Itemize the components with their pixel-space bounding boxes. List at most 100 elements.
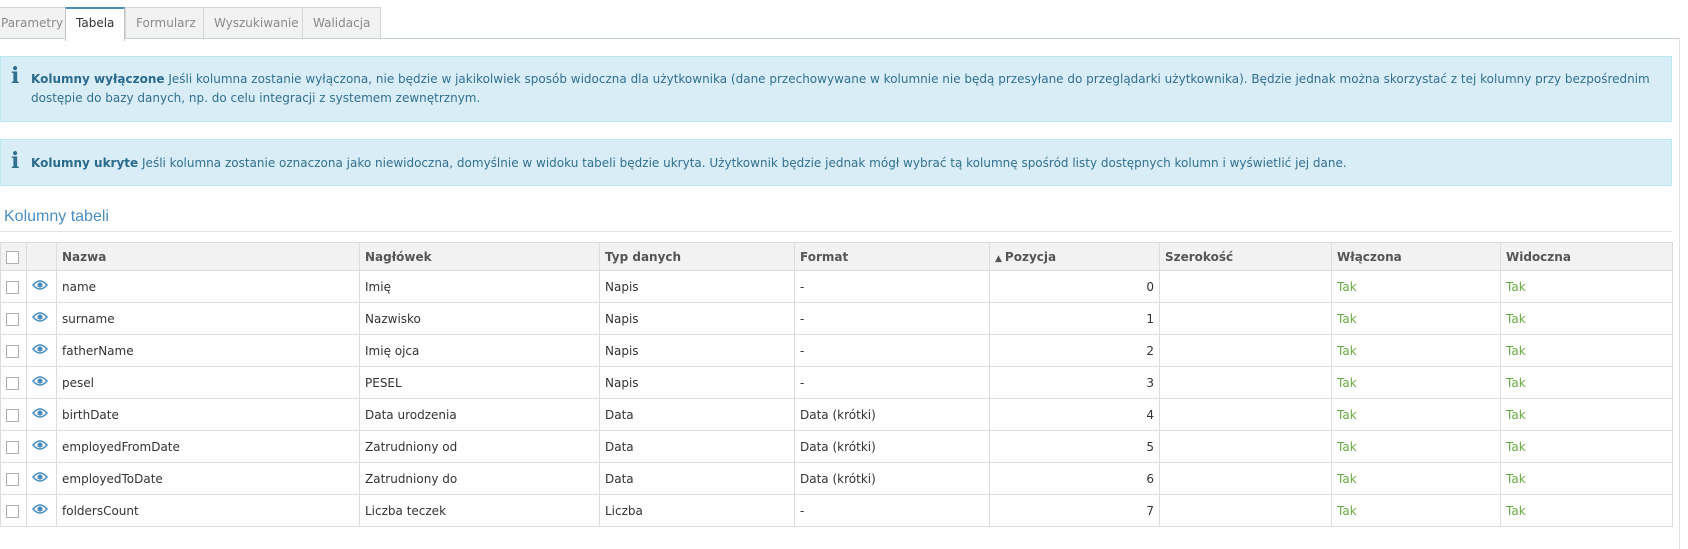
cell-widoczna[interactable]: Tak: [1500, 462, 1673, 495]
table-row[interactable]: employedToDate Zatrudniony do Data Data (kr…: [0, 462, 1673, 495]
row-action-cell[interactable]: [26, 430, 57, 463]
cell-typ-danych: Napis: [599, 334, 795, 367]
cell-widoczna[interactable]: Tak: [1500, 430, 1673, 463]
alert-text: Jeśli kolumna zostanie oznaczona jako ni…: [142, 156, 1347, 170]
row-action-cell[interactable]: [26, 494, 57, 527]
cell-szerokosc: [1159, 366, 1332, 399]
header-wlaczona[interactable]: Włączona: [1331, 242, 1501, 271]
cell-widoczna[interactable]: Tak: [1500, 334, 1673, 367]
sort-asc-icon: ▲: [995, 253, 1002, 264]
select-all-cell[interactable]: [0, 242, 27, 271]
cell-nazwa: foldersCount: [56, 494, 360, 527]
section-divider: [0, 231, 1672, 232]
alert-disabled-columns: i Kolumny wyłączone Jeśli kolumna zostan…: [0, 56, 1672, 122]
row-checkbox[interactable]: [6, 344, 19, 358]
cell-wlaczona[interactable]: Tak: [1331, 494, 1501, 527]
cell-format: -: [794, 494, 990, 527]
row-checkbox[interactable]: [6, 472, 19, 486]
eye-icon[interactable]: [32, 343, 48, 355]
cell-pozycja: 5: [989, 430, 1160, 463]
eye-icon[interactable]: [32, 439, 48, 451]
cell-wlaczona[interactable]: Tak: [1331, 366, 1501, 399]
header-szerokosc[interactable]: Szerokość: [1159, 242, 1332, 271]
row-select-cell[interactable]: [0, 462, 27, 495]
header-nazwa[interactable]: Nazwa: [56, 242, 360, 271]
row-action-cell[interactable]: [26, 366, 57, 399]
columns-table: Nazwa Nagłówek Typ danych Format ▲ Pozycj…: [0, 242, 1673, 527]
table-row[interactable]: foldersCount Liczba teczek Liczba -7 Tak Tak: [0, 494, 1673, 527]
select-all-checkbox[interactable]: [6, 250, 19, 264]
cell-widoczna[interactable]: Tak: [1500, 302, 1673, 335]
table-header-row: Nazwa Nagłówek Typ danych Format ▲ Pozycj…: [0, 242, 1673, 271]
cell-typ-danych: Data: [599, 398, 795, 431]
table-row[interactable]: name Imię Napis -0 Tak Tak: [0, 270, 1673, 303]
cell-pozycja: 1: [989, 302, 1160, 335]
cell-naglowek: Nazwisko: [359, 302, 600, 335]
table-row[interactable]: birthDate Data urodzenia Data Data (krótki)…: [0, 398, 1673, 431]
tab-divider: [0, 38, 1680, 39]
cell-nazwa: employedFromDate: [56, 430, 360, 463]
cell-pozycja: 3: [989, 366, 1160, 399]
row-select-cell[interactable]: [0, 334, 27, 367]
cell-szerokosc: [1159, 334, 1332, 367]
tab-walidacja[interactable]: Walidacja: [302, 7, 382, 39]
row-checkbox[interactable]: [6, 376, 19, 390]
cell-wlaczona[interactable]: Tak: [1331, 430, 1501, 463]
row-action-cell[interactable]: [26, 462, 57, 495]
alert-title: Kolumny ukryte: [31, 156, 139, 170]
header-typ-danych[interactable]: Typ danych: [599, 242, 795, 271]
section-title: Kolumny tabeli: [4, 208, 109, 225]
cell-widoczna[interactable]: Tak: [1500, 398, 1673, 431]
eye-icon[interactable]: [32, 503, 48, 515]
row-select-cell[interactable]: [0, 494, 27, 527]
cell-wlaczona[interactable]: Tak: [1331, 302, 1501, 335]
tab-parametry[interactable]: Parametry: [0, 7, 75, 39]
row-select-cell[interactable]: [0, 302, 27, 335]
row-select-cell[interactable]: [0, 366, 27, 399]
eye-icon[interactable]: [32, 279, 48, 291]
tab-wyszukiwanie[interactable]: Wyszukiwanie: [203, 7, 310, 39]
cell-format: -: [794, 302, 990, 335]
eye-icon[interactable]: [32, 471, 48, 483]
row-action-cell[interactable]: [26, 302, 57, 335]
row-checkbox[interactable]: [6, 408, 19, 422]
cell-wlaczona[interactable]: Tak: [1331, 270, 1501, 303]
header-naglowek[interactable]: Nagłówek: [359, 242, 600, 271]
actions-header: [26, 242, 57, 271]
row-select-cell[interactable]: [0, 398, 27, 431]
table-row[interactable]: fatherName Imię ojca Napis -2 Tak Tak: [0, 334, 1673, 367]
header-pozycja[interactable]: ▲ Pozycja: [989, 242, 1160, 271]
row-checkbox[interactable]: [6, 440, 19, 454]
row-action-cell[interactable]: [26, 334, 57, 367]
table-row[interactable]: employedFromDate Zatrudniony od Data Data (…: [0, 430, 1673, 463]
row-checkbox[interactable]: [6, 504, 19, 518]
cell-wlaczona[interactable]: Tak: [1331, 398, 1501, 431]
table-row[interactable]: pesel PESEL Napis -3 Tak Tak: [0, 366, 1673, 399]
cell-widoczna[interactable]: Tak: [1500, 366, 1673, 399]
row-action-cell[interactable]: [26, 270, 57, 303]
eye-icon[interactable]: [32, 407, 48, 419]
row-select-cell[interactable]: [0, 270, 27, 303]
row-checkbox[interactable]: [6, 312, 19, 326]
cell-nazwa: birthDate: [56, 398, 360, 431]
row-checkbox[interactable]: [6, 280, 19, 294]
cell-format: -: [794, 270, 990, 303]
cell-widoczna[interactable]: Tak: [1500, 270, 1673, 303]
cell-typ-danych: Liczba: [599, 494, 795, 527]
cell-pozycja: 2: [989, 334, 1160, 367]
cell-wlaczona[interactable]: Tak: [1331, 462, 1501, 495]
table-row[interactable]: surname Nazwisko Napis -1 Tak Tak: [0, 302, 1673, 335]
tab-formularz[interactable]: Formularz: [125, 7, 207, 39]
tab-tabela[interactable]: Tabela: [65, 7, 126, 41]
cell-szerokosc: [1159, 494, 1332, 527]
eye-icon[interactable]: [32, 375, 48, 387]
header-widoczna[interactable]: Widoczna: [1500, 242, 1673, 271]
row-select-cell[interactable]: [0, 430, 27, 463]
cell-typ-danych: Napis: [599, 270, 795, 303]
cell-naglowek: Imię ojca: [359, 334, 600, 367]
row-action-cell[interactable]: [26, 398, 57, 431]
cell-widoczna[interactable]: Tak: [1500, 494, 1673, 527]
eye-icon[interactable]: [32, 311, 48, 323]
header-format[interactable]: Format: [794, 242, 990, 271]
cell-wlaczona[interactable]: Tak: [1331, 334, 1501, 367]
